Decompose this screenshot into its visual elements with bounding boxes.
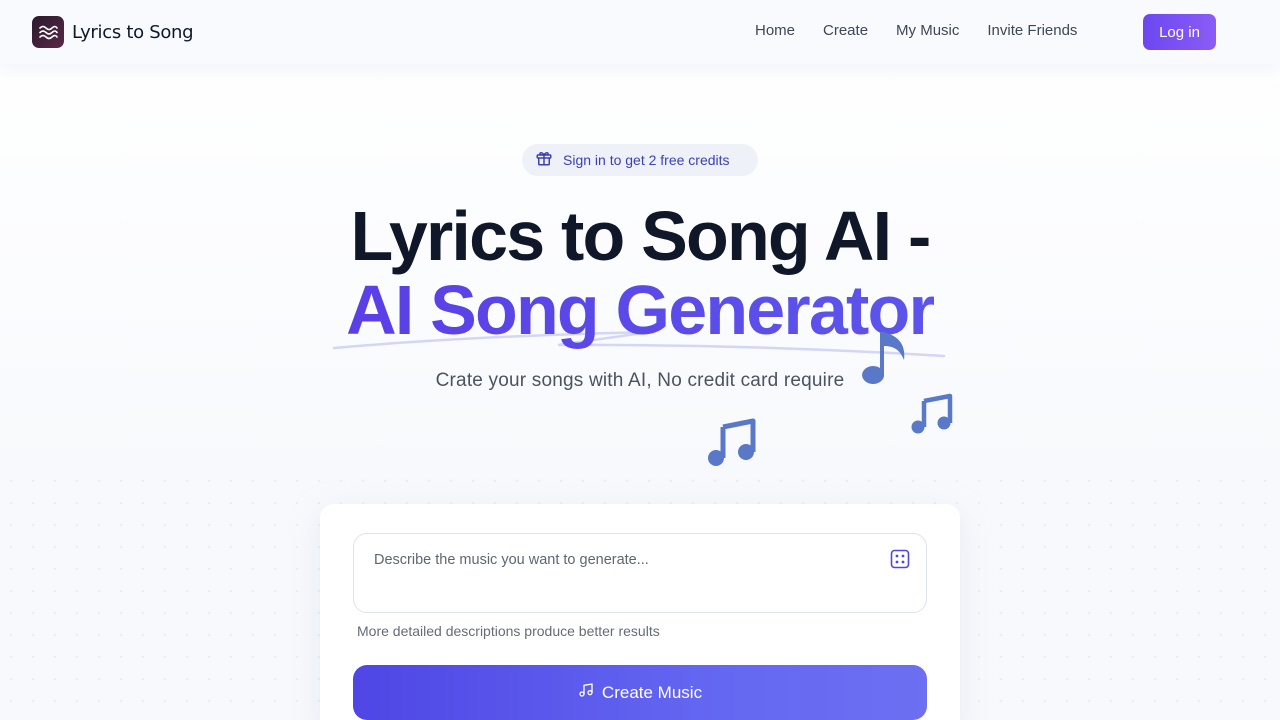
gift-icon	[535, 149, 553, 172]
brand-name: Lyrics to Song	[72, 21, 194, 43]
create-music-card: More detailed descriptions produce bette…	[320, 504, 960, 720]
eighth-note-icon	[862, 332, 905, 384]
music-note-icon	[578, 682, 594, 703]
top-navbar: Lyrics to Song Home Create My Music Invi…	[0, 0, 1280, 64]
create-music-button[interactable]: Create Music	[353, 665, 927, 720]
nav-create[interactable]: Create	[823, 22, 868, 39]
hero-title-line1: Lyrics to Song AI -	[350, 197, 932, 275]
free-credits-badge[interactable]: Sign in to get 2 free credits	[522, 144, 758, 176]
nav-invite-friends[interactable]: Invite Friends	[987, 22, 1077, 39]
description-hint: More detailed descriptions produce bette…	[357, 623, 660, 639]
beamed-notes-icon	[708, 418, 756, 466]
waves-icon	[32, 16, 64, 48]
hero-subtitle: Crate your songs with AI, No credit card…	[435, 370, 845, 391]
music-description-input[interactable]	[353, 533, 927, 613]
login-button[interactable]: Log in	[1143, 14, 1216, 50]
nav-home[interactable]: Home	[755, 22, 795, 39]
main-nav: Home Create My Music Invite Friends	[755, 22, 1077, 39]
beamed-notes-icon	[911, 393, 953, 434]
create-music-label: Create Music	[601, 682, 703, 702]
badge-text: Sign in to get 2 free credits	[563, 152, 730, 168]
hero-title-line2: AI Song Generator	[346, 271, 936, 349]
dice-icon[interactable]	[890, 549, 910, 574]
nav-my-music[interactable]: My Music	[896, 22, 959, 39]
brand[interactable]: Lyrics to Song	[32, 16, 194, 48]
